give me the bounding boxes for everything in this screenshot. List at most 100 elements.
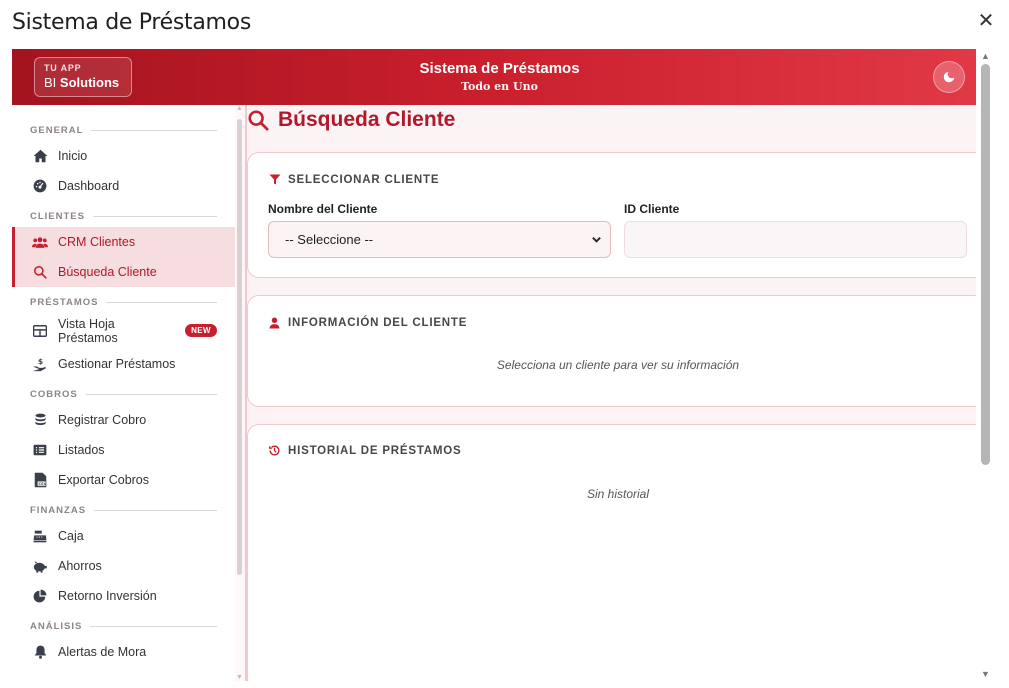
sidebar-item-registrar-cobro[interactable]: Registrar Cobro [12,405,235,435]
section-prestamos: PRÉSTAMOS [30,291,217,313]
app-window: TU APP BI Solutions Sistema de Préstamos… [12,49,987,681]
section-general: GENERAL [30,119,217,141]
section-divider [106,301,217,303]
select-client-card: SELECCIONAR CLIENTE Nombre del Cliente -… [247,152,987,278]
sidebar-item-label: Inicio [58,149,88,163]
page-title-text: Búsqueda Cliente [278,108,456,131]
close-icon[interactable]: ✕ [975,10,997,32]
page-title: Búsqueda Cliente [247,108,455,132]
window-title: Sistema de Préstamos [12,10,251,35]
scroll-down-arrow[interactable]: ▼ [236,674,243,681]
section-label: CLIENTES [30,210,85,222]
sidebar-item-retorno-inversion[interactable]: Retorno Inversión [12,581,235,611]
section-divider [94,509,217,511]
sidebar-scroll-thumb[interactable] [237,119,242,575]
sidebar-item-exportar-cobros[interactable]: CSV Exportar Cobros [12,465,235,495]
app-header: TU APP BI Solutions Sistema de Préstamos… [12,49,987,105]
header-subtitle: Todo en Uno [461,80,538,93]
client-name-select-value: -- Seleccione -- [285,232,374,247]
sidebar-item-label: Registrar Cobro [58,413,147,427]
search-icon [32,264,48,280]
hand-coins-icon: $ [32,356,48,372]
loan-history-card: HISTORIAL DE PRÉSTAMOS Sin historial [247,424,987,681]
section-cobros: COBROS [30,383,217,405]
filter-icon [268,173,281,186]
section-label: ANÁLISIS [30,620,83,632]
header-center: Sistema de Préstamos Todo en Uno [12,60,987,93]
card-heading-text: SELECCIONAR CLIENTE [288,173,440,186]
sidebar-item-label: CRM Clientes [58,235,136,249]
client-id-label: ID Cliente [624,202,680,216]
gauge-icon [32,178,48,194]
sidebar-item-label: Ahorros [58,559,102,573]
cash-register-icon [32,528,48,544]
user-icon [268,316,281,329]
sidebar-item-label: Listados [58,443,105,457]
new-badge: NEW [185,324,217,337]
main-content: Búsqueda Cliente SELECCIONAR CLIENTE Nom… [247,105,987,681]
sidebar-item-label: Gestionar Préstamos [58,357,176,371]
sidebar-item-vista-hoja-prestamos[interactable]: Vista Hoja Préstamos NEW [12,313,235,349]
section-label: PRÉSTAMOS [30,296,99,308]
client-name-label: Nombre del Cliente [268,202,378,216]
sidebar-item-label: Alertas de Mora [58,645,147,659]
section-label: FINANZAS [30,504,87,516]
card-heading: SELECCIONAR CLIENTE [268,173,439,186]
svg-text:$: $ [38,357,43,366]
section-divider [92,215,217,217]
sidebar-item-inicio[interactable]: Inicio [12,141,235,171]
main-scroll-thumb[interactable] [981,64,990,465]
sidebar-item-listados[interactable]: Listados [12,435,235,465]
moon-icon [943,71,955,83]
section-clientes: CLIENTES [30,205,217,227]
section-analisis: ANÁLISIS [30,615,217,637]
sidebar-item-crm-clientes[interactable]: CRM Clientes [12,227,235,257]
sidebar-item-gestionar-prestamos[interactable]: $ Gestionar Préstamos [12,349,235,379]
pie-chart-icon [32,588,48,604]
sidebar-item-busqueda-cliente[interactable]: Búsqueda Cliente [12,257,235,287]
client-name-select[interactable]: -- Seleccione -- [268,221,611,258]
card-heading: HISTORIAL DE PRÉSTAMOS [268,444,462,457]
sidebar-item-alertas-de-mora[interactable]: Alertas de Mora [12,637,235,667]
scroll-up-arrow[interactable]: ▲ [981,51,990,61]
history-icon [268,444,281,457]
card-heading-text: INFORMACIÓN DEL CLIENTE [288,316,468,329]
sidebar-item-label: Vista Hoja Préstamos [58,317,118,345]
file-csv-icon: CSV [32,472,48,488]
card-heading-text: HISTORIAL DE PRÉSTAMOS [288,444,462,457]
section-label: GENERAL [30,124,84,136]
loan-history-empty: Sin historial [586,487,650,501]
sidebar-item-label: Retorno Inversión [58,589,157,603]
table-icon [32,323,48,339]
section-label: COBROS [30,388,78,400]
theme-toggle-button[interactable] [933,61,965,93]
client-info-card: INFORMACIÓN DEL CLIENTE Selecciona un cl… [247,295,987,407]
sidebar-item-dashboard[interactable]: Dashboard [12,171,235,201]
client-id-field[interactable] [624,221,967,258]
card-heading: INFORMACIÓN DEL CLIENTE [268,316,467,329]
sidebar-item-label: Búsqueda Cliente [58,265,157,279]
coins-icon [32,412,48,428]
sidebar-item-ahorros[interactable]: Ahorros [12,551,235,581]
client-info-empty: Selecciona un cliente para ver su inform… [496,358,740,372]
section-divider [91,129,217,131]
chevron-down-icon [592,237,601,243]
piggy-bank-icon [32,558,48,574]
section-divider [90,625,217,627]
search-icon [248,110,269,131]
sidebar-item-label: Caja [58,529,84,543]
section-divider [85,393,217,395]
scroll-up-arrow[interactable]: ▲ [236,105,243,112]
scroll-down-arrow[interactable]: ▼ [981,669,990,679]
section-finanzas: FINANZAS [30,499,217,521]
header-title: Sistema de Préstamos [419,60,580,77]
sidebar-item-label: Dashboard [58,179,120,193]
home-icon [32,148,48,164]
users-icon [32,234,48,250]
sidebar-item-label: Exportar Cobros [58,473,150,487]
svg-text:CSV: CSV [38,482,46,486]
sidebar: GENERAL Inicio Dashboard CLIENTES CRM Cl… [12,105,235,681]
sidebar-item-caja[interactable]: Caja [12,521,235,551]
sidebar-scrollbar[interactable]: ▲ ▼ [235,105,245,681]
main-scrollbar[interactable]: ▲ ▼ [976,49,996,681]
